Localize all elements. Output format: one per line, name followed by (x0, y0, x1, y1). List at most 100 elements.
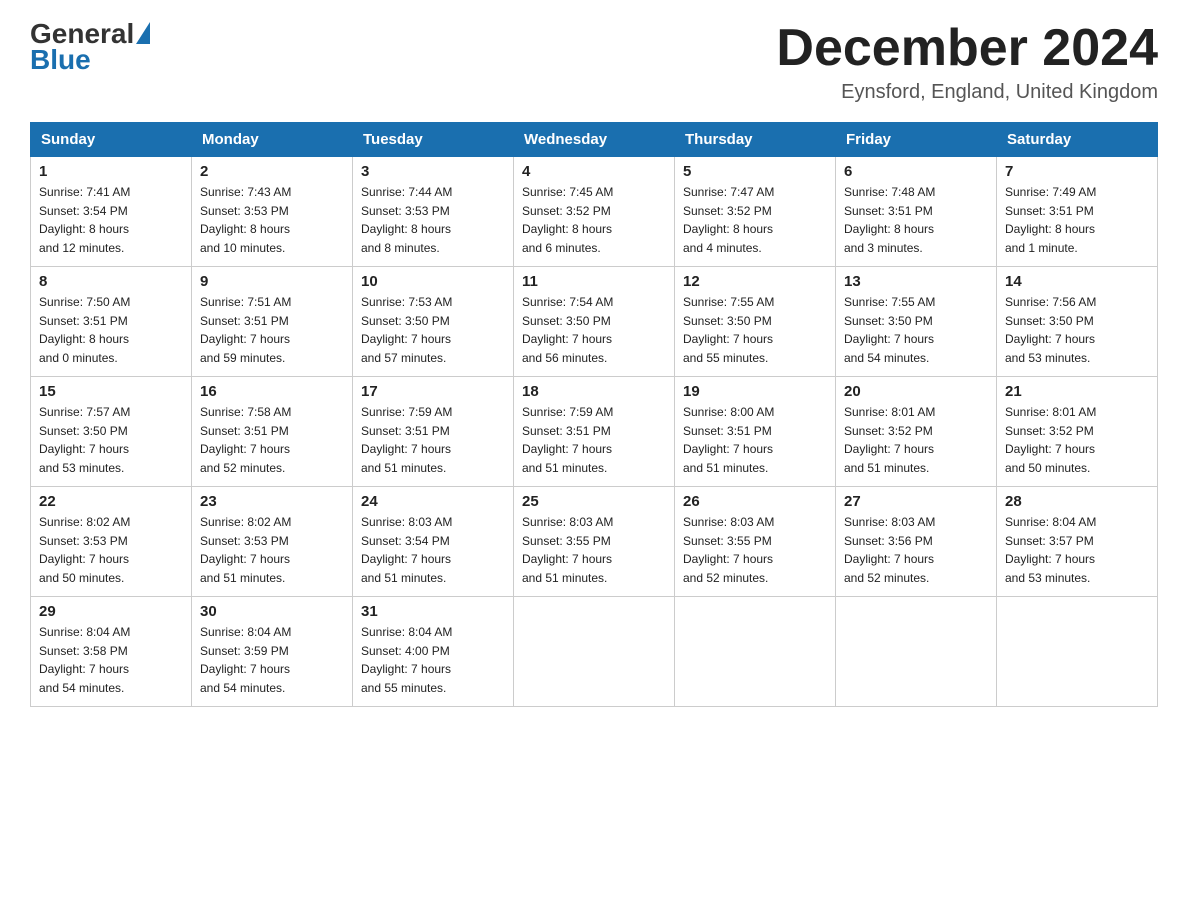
day-number: 30 (200, 603, 344, 620)
day-number: 12 (683, 273, 827, 290)
col-header-saturday: Saturday (997, 123, 1158, 157)
day-info: Sunrise: 7:48 AMSunset: 3:51 PMDaylight:… (844, 183, 988, 257)
day-info: Sunrise: 8:00 AMSunset: 3:51 PMDaylight:… (683, 403, 827, 477)
day-number: 14 (1005, 273, 1149, 290)
calendar-cell: 9 Sunrise: 7:51 AMSunset: 3:51 PMDaylight… (192, 267, 353, 377)
calendar-cell: 12 Sunrise: 7:55 AMSunset: 3:50 PMDayligh… (675, 267, 836, 377)
day-number: 5 (683, 163, 827, 180)
day-info: Sunrise: 7:50 AMSunset: 3:51 PMDaylight:… (39, 293, 183, 367)
calendar-cell: 31Sunrise: 8:04 AMSunset: 4:00 PMDayligh… (353, 597, 514, 707)
calendar-cell: 16 Sunrise: 7:58 AMSunset: 3:51 PMDayligh… (192, 377, 353, 487)
calendar-cell: 2 Sunrise: 7:43 AMSunset: 3:53 PMDaylight… (192, 157, 353, 267)
col-header-monday: Monday (192, 123, 353, 157)
calendar-cell: 1Sunrise: 7:41 AMSunset: 3:54 PMDaylight… (31, 157, 192, 267)
day-info: Sunrise: 7:41 AMSunset: 3:54 PMDaylight:… (39, 183, 183, 257)
day-number: 8 (39, 273, 183, 290)
calendar-cell: 21 Sunrise: 8:01 AMSunset: 3:52 PMDayligh… (997, 377, 1158, 487)
day-number: 17 (361, 383, 505, 400)
day-number: 27 (844, 493, 988, 510)
day-info: Sunrise: 8:03 AMSunset: 3:55 PMDaylight:… (683, 513, 827, 587)
calendar-week-row: 8 Sunrise: 7:50 AMSunset: 3:51 PMDaylight… (31, 267, 1158, 377)
day-number: 13 (844, 273, 988, 290)
calendar-cell (836, 597, 997, 707)
calendar-week-row: 22 Sunrise: 8:02 AMSunset: 3:53 PMDayligh… (31, 487, 1158, 597)
day-info: Sunrise: 7:57 AMSunset: 3:50 PMDaylight:… (39, 403, 183, 477)
day-number: 7 (1005, 163, 1149, 180)
logo: General Blue (30, 20, 150, 74)
calendar-cell: 27 Sunrise: 8:03 AMSunset: 3:56 PMDayligh… (836, 487, 997, 597)
location-subtitle: Eynsford, England, United Kingdom (776, 81, 1158, 104)
col-header-friday: Friday (836, 123, 997, 157)
day-number: 23 (200, 493, 344, 510)
calendar-week-row: 15 Sunrise: 7:57 AMSunset: 3:50 PMDayligh… (31, 377, 1158, 487)
calendar-cell: 8 Sunrise: 7:50 AMSunset: 3:51 PMDaylight… (31, 267, 192, 377)
logo-blue-text: Blue (30, 46, 91, 74)
day-info: Sunrise: 7:43 AMSunset: 3:53 PMDaylight:… (200, 183, 344, 257)
calendar-cell: 19 Sunrise: 8:00 AMSunset: 3:51 PMDayligh… (675, 377, 836, 487)
day-info: Sunrise: 8:04 AMSunset: 4:00 PMDaylight:… (361, 623, 505, 697)
day-info: Sunrise: 8:03 AMSunset: 3:56 PMDaylight:… (844, 513, 988, 587)
calendar-cell: 15 Sunrise: 7:57 AMSunset: 3:50 PMDayligh… (31, 377, 192, 487)
day-info: Sunrise: 7:58 AMSunset: 3:51 PMDaylight:… (200, 403, 344, 477)
day-info: Sunrise: 7:54 AMSunset: 3:50 PMDaylight:… (522, 293, 666, 367)
calendar-cell: 18 Sunrise: 7:59 AMSunset: 3:51 PMDayligh… (514, 377, 675, 487)
col-header-thursday: Thursday (675, 123, 836, 157)
day-info: Sunrise: 7:45 AMSunset: 3:52 PMDaylight:… (522, 183, 666, 257)
calendar-cell: 28Sunrise: 8:04 AMSunset: 3:57 PMDayligh… (997, 487, 1158, 597)
col-header-tuesday: Tuesday (353, 123, 514, 157)
day-number: 24 (361, 493, 505, 510)
day-number: 15 (39, 383, 183, 400)
calendar-cell (997, 597, 1158, 707)
day-info: Sunrise: 8:04 AMSunset: 3:58 PMDaylight:… (39, 623, 183, 697)
calendar-cell: 23 Sunrise: 8:02 AMSunset: 3:53 PMDayligh… (192, 487, 353, 597)
day-info: Sunrise: 8:03 AMSunset: 3:54 PMDaylight:… (361, 513, 505, 587)
day-info: Sunrise: 7:47 AMSunset: 3:52 PMDaylight:… (683, 183, 827, 257)
day-info: Sunrise: 7:44 AMSunset: 3:53 PMDaylight:… (361, 183, 505, 257)
calendar-cell: 20 Sunrise: 8:01 AMSunset: 3:52 PMDayligh… (836, 377, 997, 487)
col-header-wednesday: Wednesday (514, 123, 675, 157)
day-number: 2 (200, 163, 344, 180)
day-info: Sunrise: 7:53 AMSunset: 3:50 PMDaylight:… (361, 293, 505, 367)
day-info: Sunrise: 8:01 AMSunset: 3:52 PMDaylight:… (844, 403, 988, 477)
calendar-cell: 26 Sunrise: 8:03 AMSunset: 3:55 PMDayligh… (675, 487, 836, 597)
day-number: 11 (522, 273, 666, 290)
day-number: 16 (200, 383, 344, 400)
calendar-cell: 10 Sunrise: 7:53 AMSunset: 3:50 PMDayligh… (353, 267, 514, 377)
day-info: Sunrise: 7:55 AMSunset: 3:50 PMDaylight:… (683, 293, 827, 367)
calendar-week-row: 1Sunrise: 7:41 AMSunset: 3:54 PMDaylight… (31, 157, 1158, 267)
calendar-cell: 30Sunrise: 8:04 AMSunset: 3:59 PMDayligh… (192, 597, 353, 707)
day-number: 10 (361, 273, 505, 290)
day-number: 6 (844, 163, 988, 180)
page-header: General Blue December 2024 Eynsford, Eng… (30, 20, 1158, 104)
calendar-cell: 4 Sunrise: 7:45 AMSunset: 3:52 PMDaylight… (514, 157, 675, 267)
day-number: 28 (1005, 493, 1149, 510)
calendar-cell: 22 Sunrise: 8:02 AMSunset: 3:53 PMDayligh… (31, 487, 192, 597)
day-info: Sunrise: 7:59 AMSunset: 3:51 PMDaylight:… (361, 403, 505, 477)
day-number: 19 (683, 383, 827, 400)
day-number: 22 (39, 493, 183, 510)
calendar-cell: 5 Sunrise: 7:47 AMSunset: 3:52 PMDaylight… (675, 157, 836, 267)
day-number: 20 (844, 383, 988, 400)
day-number: 26 (683, 493, 827, 510)
calendar-cell: 7Sunrise: 7:49 AMSunset: 3:51 PMDaylight… (997, 157, 1158, 267)
day-number: 18 (522, 383, 666, 400)
day-number: 9 (200, 273, 344, 290)
day-number: 3 (361, 163, 505, 180)
calendar-cell (675, 597, 836, 707)
day-number: 21 (1005, 383, 1149, 400)
day-number: 4 (522, 163, 666, 180)
calendar-cell: 17 Sunrise: 7:59 AMSunset: 3:51 PMDayligh… (353, 377, 514, 487)
month-title: December 2024 (776, 20, 1158, 77)
day-info: Sunrise: 8:03 AMSunset: 3:55 PMDaylight:… (522, 513, 666, 587)
day-info: Sunrise: 8:02 AMSunset: 3:53 PMDaylight:… (39, 513, 183, 587)
calendar-cell: 6 Sunrise: 7:48 AMSunset: 3:51 PMDaylight… (836, 157, 997, 267)
day-info: Sunrise: 7:55 AMSunset: 3:50 PMDaylight:… (844, 293, 988, 367)
calendar-cell: 3 Sunrise: 7:44 AMSunset: 3:53 PMDaylight… (353, 157, 514, 267)
day-info: Sunrise: 8:02 AMSunset: 3:53 PMDaylight:… (200, 513, 344, 587)
calendar-header-row: SundayMondayTuesdayWednesdayThursdayFrid… (31, 123, 1158, 157)
calendar-cell: 24 Sunrise: 8:03 AMSunset: 3:54 PMDayligh… (353, 487, 514, 597)
calendar-cell: 25Sunrise: 8:03 AMSunset: 3:55 PMDayligh… (514, 487, 675, 597)
day-info: Sunrise: 8:01 AMSunset: 3:52 PMDaylight:… (1005, 403, 1149, 477)
day-info: Sunrise: 7:51 AMSunset: 3:51 PMDaylight:… (200, 293, 344, 367)
day-info: Sunrise: 7:59 AMSunset: 3:51 PMDaylight:… (522, 403, 666, 477)
